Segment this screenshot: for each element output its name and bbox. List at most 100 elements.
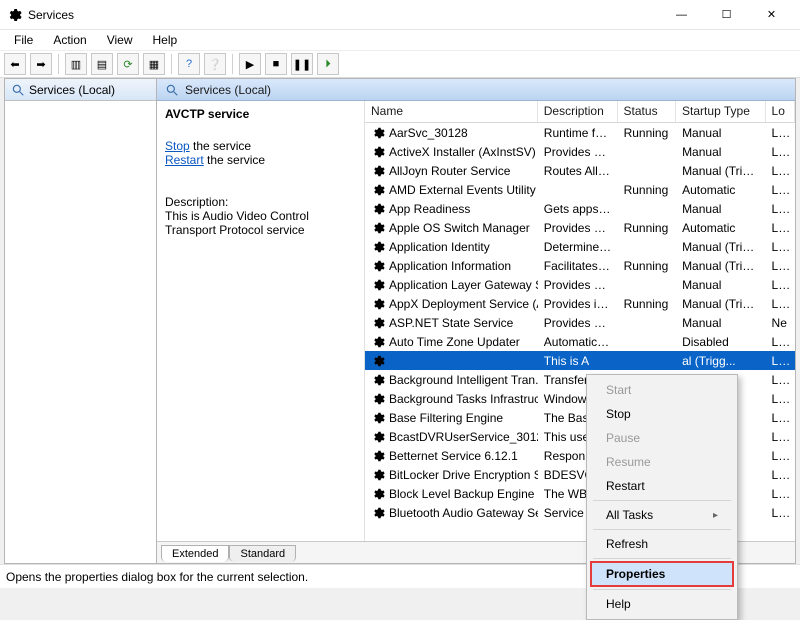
gear-icon (371, 411, 385, 425)
service-row[interactable]: AllJoyn Router ServiceRoutes AllJo...Man… (365, 161, 795, 180)
stop-service-link[interactable]: Stop (165, 139, 190, 153)
service-logon: Loc (766, 221, 795, 235)
ctx-resume[interactable]: Resume (590, 450, 734, 474)
list-header-label: Services (Local) (185, 83, 271, 97)
gear-icon (371, 373, 385, 387)
col-name[interactable]: Name (365, 101, 538, 122)
gear-icon (371, 145, 385, 159)
menu-help[interactable]: Help (145, 31, 186, 49)
gear-icon (371, 202, 385, 216)
gear-icon (371, 392, 385, 406)
menubar: File Action View Help (0, 30, 800, 50)
service-logon: Loc (766, 278, 795, 292)
close-button[interactable]: ✕ (749, 0, 794, 30)
show-hide-tree-button[interactable]: ▥ (65, 53, 87, 75)
stop-svc-button[interactable]: ■ (265, 53, 287, 75)
service-name: Bluetooth Audio Gateway Se... (389, 506, 538, 520)
service-row[interactable]: This is Aal (Trigg...Loc (365, 351, 795, 370)
ctx-properties[interactable]: Properties (590, 561, 734, 587)
ctx-sep-3 (593, 558, 731, 559)
col-status[interactable]: Status (618, 101, 677, 122)
service-description: Provides Use... (538, 145, 618, 159)
service-name: Application Information (389, 259, 511, 273)
tree-header[interactable]: Services (Local) (5, 79, 156, 101)
ctx-pause[interactable]: Pause (590, 426, 734, 450)
service-logon: Loc (766, 373, 795, 387)
col-logon[interactable]: Lo (766, 101, 795, 122)
service-startup: Manual (676, 278, 765, 292)
ctx-help[interactable]: Help (590, 592, 734, 616)
tree-pane: Services (Local) (5, 79, 157, 563)
pause-svc-button[interactable]: ❚❚ (291, 53, 313, 75)
service-description: This is A (538, 354, 618, 368)
service-name: Background Tasks Infrastruc... (389, 392, 538, 406)
service-row[interactable]: Apple OS Switch ManagerProvides sup...Ru… (365, 218, 795, 237)
gear-icon (371, 506, 385, 520)
service-row[interactable]: AarSvc_30128Runtime for ...RunningManual… (365, 123, 795, 142)
gear-icon (371, 430, 385, 444)
minimize-button[interactable]: — (659, 0, 704, 30)
forward-button[interactable]: ➡ (30, 53, 52, 75)
service-name: ActiveX Installer (AxInstSV) (389, 145, 536, 159)
service-logon: Loc (766, 392, 795, 406)
service-name: BcastDVRUserService_30128 (389, 430, 538, 444)
service-name: Block Level Backup Engine S... (389, 487, 538, 501)
service-logon: Ne (766, 316, 795, 330)
service-row[interactable]: Application IdentityDetermines ...Manual… (365, 237, 795, 256)
service-name: Application Identity (389, 240, 490, 254)
service-logon: Loc (766, 506, 795, 520)
service-row[interactable]: ActiveX Installer (AxInstSV)Provides Use… (365, 142, 795, 161)
statusbar-text: Opens the properties dialog box for the … (6, 570, 308, 584)
menu-file[interactable]: File (6, 31, 41, 49)
ctx-sep-2 (593, 529, 731, 530)
back-button[interactable]: ⬅ (4, 53, 26, 75)
help-button[interactable]: ? (178, 53, 200, 75)
service-description: Provides infr... (538, 297, 618, 311)
ctx-all-tasks[interactable]: All Tasks ▸ (590, 503, 734, 527)
tab-extended[interactable]: Extended (161, 545, 229, 562)
ctx-refresh[interactable]: Refresh (590, 532, 734, 556)
service-row[interactable]: Application InformationFacilitates th...… (365, 256, 795, 275)
export-list-button[interactable]: ▤ (91, 53, 113, 75)
ctx-restart[interactable]: Restart (590, 474, 734, 498)
service-name: Apple OS Switch Manager (389, 221, 530, 235)
ctx-start[interactable]: Start (590, 378, 734, 402)
ctx-sep-1 (593, 500, 731, 501)
ctx-sep-4 (593, 589, 731, 590)
service-startup: Automatic (676, 183, 765, 197)
maximize-button[interactable]: ☐ (704, 0, 749, 30)
properties-button[interactable]: ▦ (143, 53, 165, 75)
gear-icon (371, 278, 385, 292)
service-status: Running (618, 297, 676, 311)
menu-action[interactable]: Action (45, 31, 94, 49)
restart-service-link[interactable]: Restart (165, 153, 204, 167)
start-svc-button[interactable]: ▶ (239, 53, 261, 75)
ctx-stop[interactable]: Stop (590, 402, 734, 426)
menu-view[interactable]: View (99, 31, 141, 49)
context-menu: Start Stop Pause Resume Restart All Task… (586, 374, 738, 620)
stop-suffix: the service (190, 139, 251, 153)
service-row[interactable]: Application Layer Gateway S...Provides s… (365, 275, 795, 294)
gear-icon (371, 221, 385, 235)
service-name: AppX Deployment Service (A... (389, 297, 538, 311)
refresh-button[interactable]: ⟳ (117, 53, 139, 75)
service-logon: Loc (766, 183, 795, 197)
col-startup[interactable]: Startup Type (676, 101, 765, 122)
service-row[interactable]: AppX Deployment Service (A...Provides in… (365, 294, 795, 313)
service-row[interactable]: AMD External Events UtilityRunningAutoma… (365, 180, 795, 199)
service-startup: Manual (Trigg... (676, 259, 765, 273)
service-row[interactable]: Auto Time Zone UpdaterAutomaticall...Dis… (365, 332, 795, 351)
service-startup: Manual (Trigg... (676, 297, 765, 311)
service-description: Determines ... (538, 240, 618, 254)
service-logon: Loc (766, 145, 795, 159)
service-logon: Loc (766, 259, 795, 273)
service-row[interactable]: ASP.NET State ServiceProvides sup...Manu… (365, 313, 795, 332)
service-row[interactable]: App ReadinessGets apps re...ManualLoc (365, 199, 795, 218)
col-description[interactable]: Description (538, 101, 618, 122)
service-logon: Loc (766, 354, 795, 368)
tab-standard[interactable]: Standard (229, 545, 296, 562)
restart-svc-button[interactable]: ⏵ (317, 53, 339, 75)
service-name: App Readiness (389, 202, 470, 216)
gear-icon (371, 164, 385, 178)
help2-button[interactable]: ❔ (204, 53, 226, 75)
